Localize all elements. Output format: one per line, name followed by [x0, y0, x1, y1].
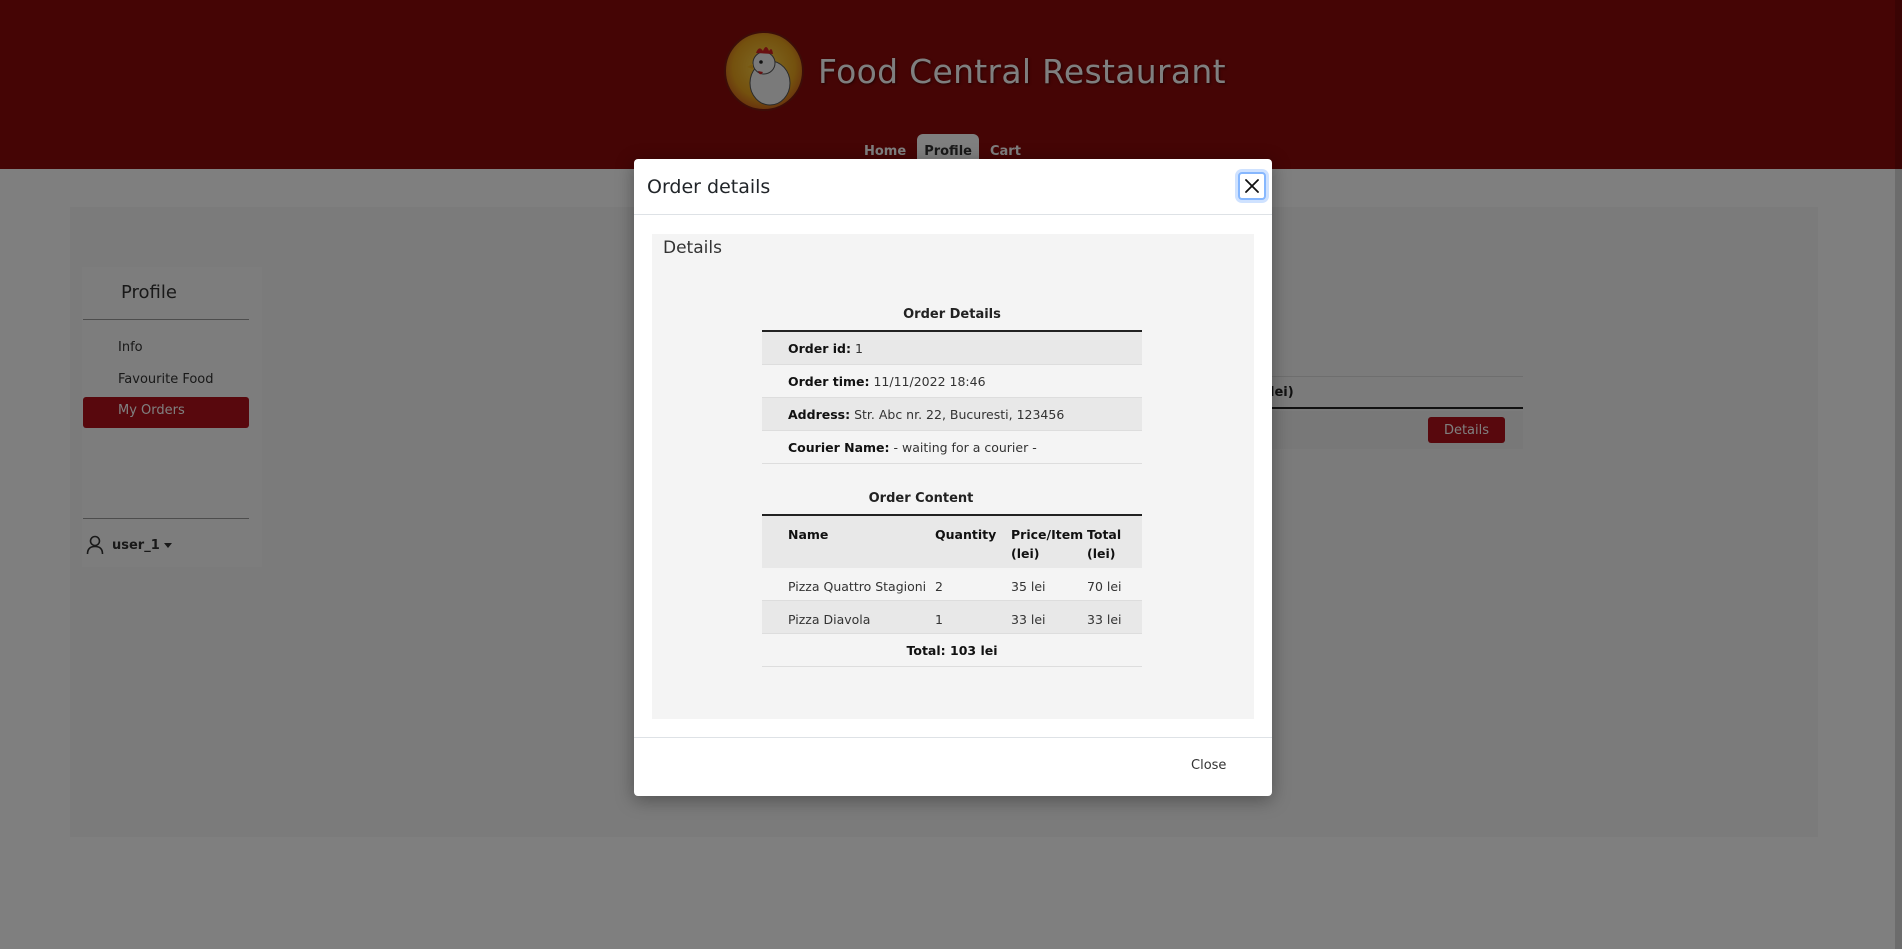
- modal-close-button[interactable]: [1238, 172, 1266, 200]
- order-time-row: Order time: 11/11/2022 18:46: [762, 365, 1142, 398]
- details-panel: Details Order Details Order id: 1 Order …: [652, 234, 1254, 719]
- courier-name-row: Courier Name: - waiting for a courier -: [762, 431, 1142, 464]
- item-price: 33 lei: [1011, 612, 1046, 627]
- modal-header: Order details: [634, 159, 1272, 215]
- address-value: Str. Abc nr. 22, Bucuresti, 123456: [854, 407, 1065, 422]
- column-header-price-item: Price/Item (lei): [1011, 527, 1084, 561]
- order-time-label: Order time:: [788, 374, 870, 389]
- table-row: Pizza Diavola 1 33 lei 33 lei: [762, 601, 1142, 634]
- address-label: Address:: [788, 407, 851, 422]
- item-total: 70 lei: [1087, 579, 1122, 594]
- courier-name-value: - waiting for a courier -: [893, 440, 1037, 455]
- order-id-value: 1: [854, 341, 863, 356]
- item-total: 33 lei: [1087, 612, 1122, 627]
- order-content-caption: Order Content: [868, 491, 974, 506]
- address-row: Address: Str. Abc nr. 22, Bucuresti, 123…: [762, 398, 1142, 431]
- column-header-quantity: Quantity: [935, 527, 997, 542]
- order-id-row: Order id: 1: [762, 332, 1142, 365]
- order-details-modal: Order details Details Order Details Orde…: [634, 159, 1272, 796]
- order-details-caption: Order Details: [903, 307, 1001, 322]
- item-quantity: 1: [935, 612, 943, 627]
- item-name: Pizza Diavola: [788, 612, 871, 627]
- order-time-value: 11/11/2022 18:46: [873, 374, 986, 389]
- details-heading: Details: [663, 238, 722, 258]
- item-name: Pizza Quattro Stagioni: [788, 579, 927, 594]
- modal-title: Order details: [647, 176, 771, 198]
- order-id-label: Order id:: [788, 341, 851, 356]
- item-quantity: 2: [935, 579, 943, 594]
- column-header-total: Total (lei): [1087, 527, 1122, 561]
- courier-name-label: Courier Name:: [788, 440, 890, 455]
- table-row: Pizza Quattro Stagioni 2 35 lei 70 lei: [762, 568, 1142, 601]
- close-button[interactable]: Close: [1191, 758, 1226, 773]
- page-scrollbar[interactable]: [1895, 0, 1902, 949]
- order-content-header: Name Quantity Price/Item (lei) Total (le…: [762, 516, 1142, 568]
- column-header-name: Name: [788, 527, 829, 542]
- order-total: Total: 103 lei: [762, 634, 1142, 667]
- close-icon: [1245, 179, 1259, 193]
- item-price: 35 lei: [1011, 579, 1046, 594]
- modal-footer: Close: [634, 737, 1272, 796]
